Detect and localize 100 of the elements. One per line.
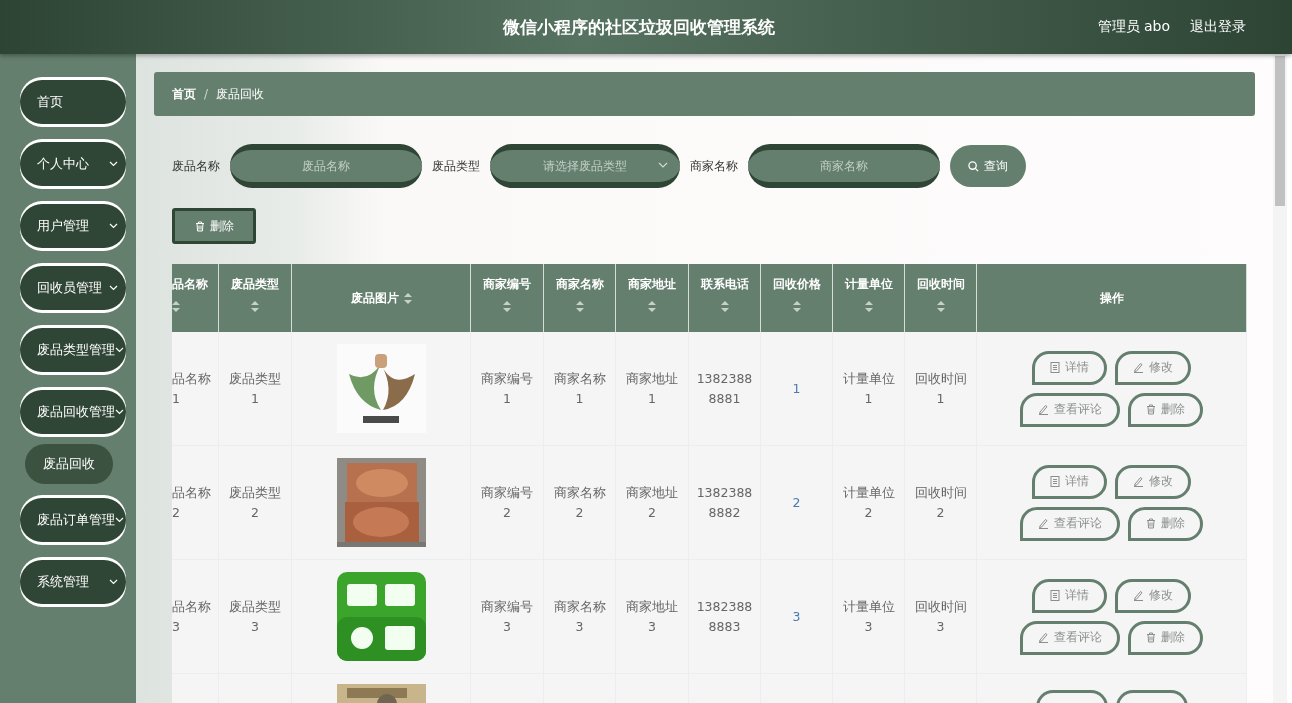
- sort-icon[interactable]: [575, 301, 584, 312]
- menu-item[interactable]: 废品类型管理: [20, 328, 126, 372]
- column-header[interactable]: 品名称: [172, 264, 219, 332]
- pen-icon: [1038, 518, 1049, 529]
- column-header[interactable]: 废品类型: [218, 264, 292, 332]
- column-header[interactable]: 回收时间: [904, 264, 977, 332]
- table-cell: 计量单位2: [832, 445, 905, 560]
- table-cell: 废品类型3: [218, 559, 292, 674]
- table-cell: 回收时间2: [904, 445, 977, 560]
- document-icon: [1050, 362, 1060, 373]
- chevron-down-icon: [109, 161, 118, 167]
- table-cell: 商家编号2: [470, 445, 544, 560]
- menu-item[interactable]: 废品回收管理: [20, 390, 126, 434]
- action-button[interactable]: 删除: [1128, 506, 1203, 541]
- table-cell: 品名称3: [172, 559, 219, 674]
- sort-icon[interactable]: [172, 301, 180, 312]
- action-button[interactable]: 查看评论: [1020, 620, 1120, 655]
- scrollbar[interactable]: [1273, 54, 1287, 703]
- table-cell: 商家名称2: [543, 445, 616, 560]
- table-cell: 回收时间1: [904, 332, 977, 446]
- column-header[interactable]: 计量单位: [832, 264, 905, 332]
- document-icon: [1050, 590, 1060, 601]
- menu-item[interactable]: 废品订单管理: [20, 498, 126, 542]
- sort-icon[interactable]: [792, 301, 801, 312]
- action-button[interactable]: 详情: [1032, 350, 1107, 385]
- action-button[interactable]: 修改: [1115, 464, 1191, 499]
- user-name: 管理员 abo: [1097, 18, 1170, 36]
- action-button[interactable]: 查看评论: [1020, 506, 1120, 541]
- table-cell: 商家名称3: [543, 559, 616, 674]
- table-cell: 回收时间3: [904, 559, 977, 674]
- column-header[interactable]: 废品图片: [291, 264, 471, 332]
- pen-icon: [1038, 632, 1049, 643]
- action-button[interactable]: 详情: [1032, 464, 1107, 499]
- filter-input[interactable]: 废品名称: [230, 144, 422, 188]
- menu-item[interactable]: 首页: [20, 80, 126, 124]
- column-header[interactable]: 商家编号: [470, 264, 544, 332]
- menu-item[interactable]: 个人中心: [20, 142, 126, 186]
- table-cell: 商家名称1: [543, 332, 616, 446]
- breadcrumb-item: 废品回收: [216, 85, 265, 103]
- submenu-item[interactable]: 废品回收: [25, 444, 113, 484]
- table-cell: 1: [760, 332, 833, 446]
- table-cell: 商家地址2: [615, 445, 689, 560]
- action-button[interactable]: 修改: [1115, 350, 1191, 385]
- pen-icon: [1038, 404, 1049, 415]
- table-cell: 废品类型2: [218, 445, 292, 560]
- column-header[interactable]: 联系电话: [688, 264, 761, 332]
- table-cell: 品名称2: [172, 445, 219, 560]
- trash-icon: [1146, 518, 1156, 529]
- table-cell: 商家编号3: [470, 559, 544, 674]
- pen-icon: [1133, 476, 1144, 487]
- sort-icon[interactable]: [503, 301, 511, 312]
- logout-link[interactable]: 退出登录: [1190, 18, 1246, 36]
- action-button[interactable]: 修改: [1115, 578, 1191, 613]
- table-cell: 商家编号1: [470, 332, 544, 446]
- column-header[interactable]: 商家地址: [615, 264, 689, 332]
- pen-icon: [1133, 590, 1144, 601]
- sort-icon[interactable]: [403, 292, 412, 304]
- table-cell: 2: [760, 445, 833, 560]
- table-cell: 计量单位3: [832, 559, 905, 674]
- table-cell: 13823888882: [688, 445, 761, 560]
- filter-label: 废品类型: [432, 157, 480, 175]
- menu-item[interactable]: 回收员管理: [20, 266, 126, 310]
- chevron-down-icon: [115, 409, 124, 415]
- menu-item[interactable]: 系统管理: [20, 560, 126, 604]
- action-button[interactable]: 删除: [1128, 392, 1203, 427]
- action-button[interactable]: 查看评论: [1020, 392, 1120, 427]
- column-header: 操作: [976, 264, 1247, 332]
- column-header[interactable]: 回收价格: [760, 264, 833, 332]
- menu-item[interactable]: 用户管理: [20, 204, 126, 248]
- column-header[interactable]: 商家名称: [543, 264, 616, 332]
- type-select[interactable]: 请选择废品类型: [490, 144, 680, 188]
- sort-icon[interactable]: [720, 301, 729, 312]
- chevron-down-icon: [115, 347, 124, 353]
- pen-icon: [1133, 362, 1144, 373]
- search-icon: [968, 160, 979, 172]
- filter-label: 废品名称: [172, 157, 220, 175]
- filter-input[interactable]: 商家名称: [748, 144, 940, 188]
- app-title: 微信小程序的社区垃圾回收管理系统: [501, 15, 776, 39]
- sort-icon[interactable]: [251, 301, 259, 312]
- sort-icon[interactable]: [648, 301, 656, 312]
- chevron-down-icon: [109, 579, 118, 585]
- table-cell: 商家地址1: [615, 332, 689, 446]
- table-cell: 品名称1: [172, 332, 219, 446]
- filter-label: 商家名称: [690, 157, 738, 175]
- search-button[interactable]: 查询: [950, 145, 1026, 187]
- table-cell: 商家地址3: [615, 559, 689, 674]
- delete-button[interactable]: 删除: [172, 208, 256, 244]
- breadcrumb-item[interactable]: 首页: [172, 85, 196, 103]
- table-cell: 3: [760, 559, 833, 674]
- document-icon: [1050, 476, 1060, 487]
- sort-icon[interactable]: [936, 301, 945, 312]
- action-button[interactable]: 删除: [1128, 620, 1203, 655]
- chevron-down-icon: [109, 223, 118, 229]
- chevron-down-icon: [115, 517, 124, 523]
- table-cell: 13823888883: [688, 559, 761, 674]
- trash-icon: [1146, 404, 1156, 415]
- chevron-down-icon: [109, 285, 118, 291]
- action-button[interactable]: 详情: [1032, 578, 1107, 613]
- table-cell: 废品类型1: [218, 332, 292, 446]
- sort-icon[interactable]: [864, 301, 873, 312]
